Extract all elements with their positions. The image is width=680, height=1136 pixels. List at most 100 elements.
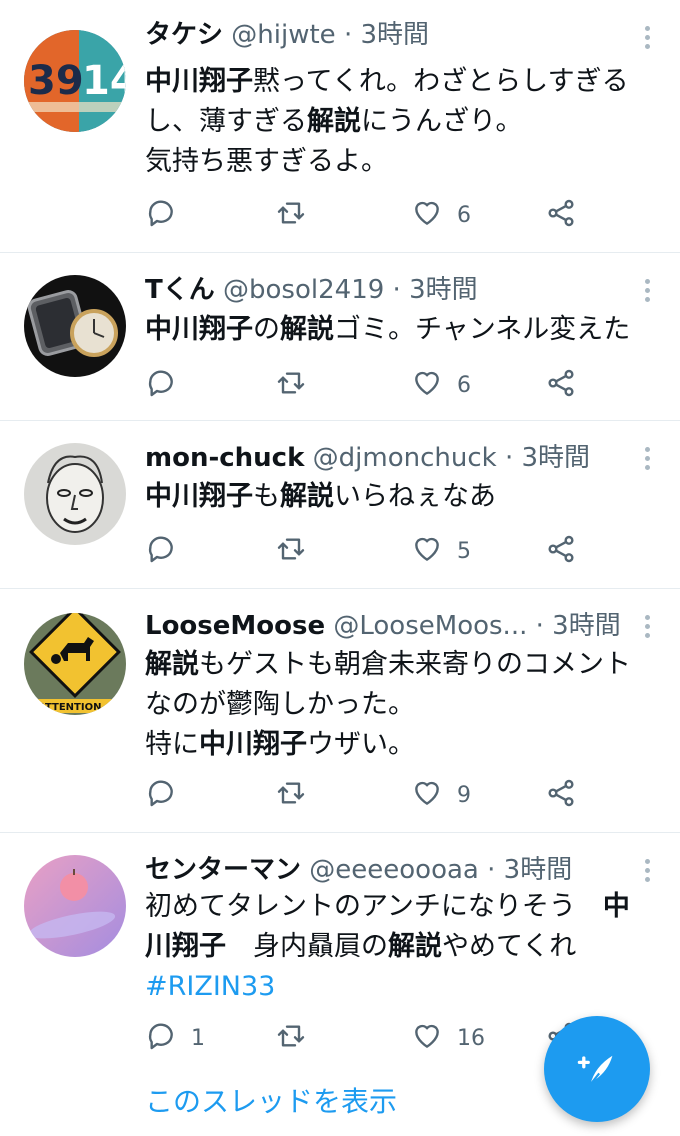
- text-segment: も: [253, 481, 280, 512]
- like-button[interactable]: 9: [411, 775, 471, 815]
- reply-button[interactable]: [145, 365, 191, 405]
- retweet-icon: [275, 533, 307, 569]
- retweet-button[interactable]: [275, 531, 307, 571]
- highlighted-keyword: 中川翔子: [199, 729, 307, 760]
- more-options-icon[interactable]: [642, 447, 652, 475]
- tweet-text-line: 解説もゲストも朝倉未来寄りのコメント: [145, 645, 656, 685]
- timestamp[interactable]: 3時間: [504, 855, 573, 885]
- like-count: 16: [457, 1025, 485, 1051]
- user-handle[interactable]: @bosol2419: [223, 275, 384, 305]
- avatar[interactable]: [24, 275, 126, 377]
- hashtag-link[interactable]: #RIZIN33: [145, 971, 275, 1002]
- tweet-header: LooseMoose @LooseMoos... · 3時間: [145, 609, 640, 643]
- like-button[interactable]: 5: [411, 531, 471, 571]
- avatar[interactable]: [24, 855, 126, 957]
- tweet[interactable]: mon-chuck @djmonchuck · 3時間 中川翔子も解説いらねぇな…: [0, 421, 680, 589]
- like-button[interactable]: 6: [411, 365, 471, 405]
- timestamp[interactable]: 3時間: [409, 275, 478, 305]
- tweet-header: Tくん @bosol2419 · 3時間: [145, 273, 640, 307]
- separator-dot: ·: [504, 443, 514, 473]
- highlighted-keyword: 解説: [280, 481, 334, 512]
- text-segment: いらねぇなあ: [334, 481, 496, 512]
- text-segment: やめてくれ: [442, 931, 577, 962]
- highlighted-keyword: 中川翔子: [145, 481, 253, 512]
- reply-icon: [145, 1020, 177, 1056]
- retweet-button[interactable]: [275, 1018, 307, 1058]
- share-button[interactable]: [545, 195, 577, 235]
- display-name[interactable]: センターマン: [145, 855, 301, 885]
- text-segment: し、薄すぎる: [145, 106, 307, 137]
- text-segment: ゴミ。チャンネル変えた: [334, 314, 631, 345]
- tweet-text-line: 川翔子 身内贔屓の解説やめてくれ: [145, 927, 656, 967]
- retweet-icon: [275, 367, 307, 403]
- retweet-button[interactable]: [275, 195, 307, 235]
- retweet-button[interactable]: [275, 775, 307, 815]
- tweet-text-line: し、薄すぎる解説にうんざり。: [145, 102, 656, 142]
- face-drawing-avatar-icon: [24, 443, 126, 545]
- tweet-header: mon-chuck @djmonchuck · 3時間: [145, 441, 640, 475]
- retweet-button[interactable]: [275, 365, 307, 405]
- like-button[interactable]: 6: [411, 195, 471, 235]
- tweet-actions: 5: [145, 531, 645, 571]
- share-button[interactable]: [545, 775, 577, 815]
- reply-icon: [145, 367, 177, 403]
- share-button[interactable]: [545, 365, 577, 405]
- heart-icon: [411, 197, 443, 233]
- text-segment: ウザい。: [307, 729, 415, 760]
- text-segment: 身内贔屓の: [226, 931, 388, 962]
- timestamp[interactable]: 3時間: [360, 20, 429, 50]
- highlighted-keyword: 解説: [280, 314, 334, 345]
- like-button[interactable]: 16: [411, 1018, 485, 1058]
- show-thread-link[interactable]: このスレッドを表示: [145, 1080, 397, 1120]
- retweet-icon: [275, 777, 307, 813]
- tweet[interactable]: ATTENTION LooseMoose @LooseMoos... · 3時間…: [0, 589, 680, 833]
- moose-sign-avatar-icon: ATTENTION: [24, 613, 126, 715]
- text-segment: の: [253, 314, 280, 345]
- more-options-icon[interactable]: [642, 859, 652, 887]
- display-name[interactable]: mon-chuck: [145, 443, 304, 473]
- user-handle[interactable]: @eeeeoooaa: [309, 855, 479, 885]
- reply-button[interactable]: [145, 195, 191, 235]
- highlighted-keyword: 解説: [388, 931, 442, 962]
- apple-avatar-icon: [24, 855, 126, 957]
- share-icon: [545, 777, 577, 813]
- tweet-text: 初めてタレントのアンチになりそう 中川翔子 身内贔屓の解説やめてくれ #RIZIN…: [145, 887, 656, 1007]
- heart-icon: [411, 533, 443, 569]
- user-handle[interactable]: @LooseMoos...: [333, 611, 527, 641]
- separator-dot: ·: [487, 855, 496, 885]
- avatar[interactable]: ATTENTION: [24, 613, 126, 715]
- avatar[interactable]: 39 14: [24, 30, 126, 132]
- text-segment: 黙ってくれ。わざとらしすぎる: [253, 66, 629, 97]
- display-name[interactable]: タケシ: [145, 20, 223, 50]
- share-button[interactable]: [545, 531, 577, 571]
- tweet-text: 中川翔子も解説いらねぇなあ: [145, 477, 656, 517]
- user-handle[interactable]: @djmonchuck: [313, 443, 497, 473]
- highlighted-keyword: 解説: [307, 106, 361, 137]
- heart-icon: [411, 1020, 443, 1056]
- reply-button[interactable]: [145, 775, 191, 815]
- tweet[interactable]: Tくん @bosol2419 · 3時間 中川翔子の解説ゴミ。チャンネル変えた …: [0, 253, 680, 421]
- compose-tweet-button[interactable]: [544, 1016, 650, 1122]
- text-segment: 気持ち悪すぎるよ。: [145, 146, 388, 177]
- tweet-header: センターマン @eeeeoooaa · 3時間: [145, 853, 640, 887]
- timestamp[interactable]: 3時間: [522, 443, 591, 473]
- reply-button[interactable]: 1: [145, 1018, 205, 1058]
- avatar[interactable]: [24, 443, 126, 545]
- display-name[interactable]: LooseMoose: [145, 611, 325, 641]
- user-handle[interactable]: @hijwte: [231, 20, 335, 50]
- tweet[interactable]: 39 14 タケシ @hijwte · 3時間 中川翔子黙ってくれ。わざとらしす…: [0, 0, 680, 253]
- reply-icon: [145, 197, 177, 233]
- tweet-actions: 6: [145, 195, 645, 235]
- display-name[interactable]: Tくん: [145, 275, 215, 305]
- svg-text:39: 39: [28, 58, 84, 104]
- more-options-icon[interactable]: [642, 279, 652, 307]
- timestamp[interactable]: 3時間: [552, 611, 621, 641]
- watch-avatar-icon: [24, 275, 126, 377]
- tweet-text-line: 気持ち悪すぎるよ。: [145, 142, 656, 182]
- retweet-icon: [275, 1020, 307, 1056]
- more-options-icon[interactable]: [642, 615, 652, 643]
- tweet-actions: 9: [145, 775, 645, 815]
- more-options-icon[interactable]: [642, 26, 652, 54]
- highlighted-keyword: 川翔子: [145, 931, 226, 962]
- reply-button[interactable]: [145, 531, 191, 571]
